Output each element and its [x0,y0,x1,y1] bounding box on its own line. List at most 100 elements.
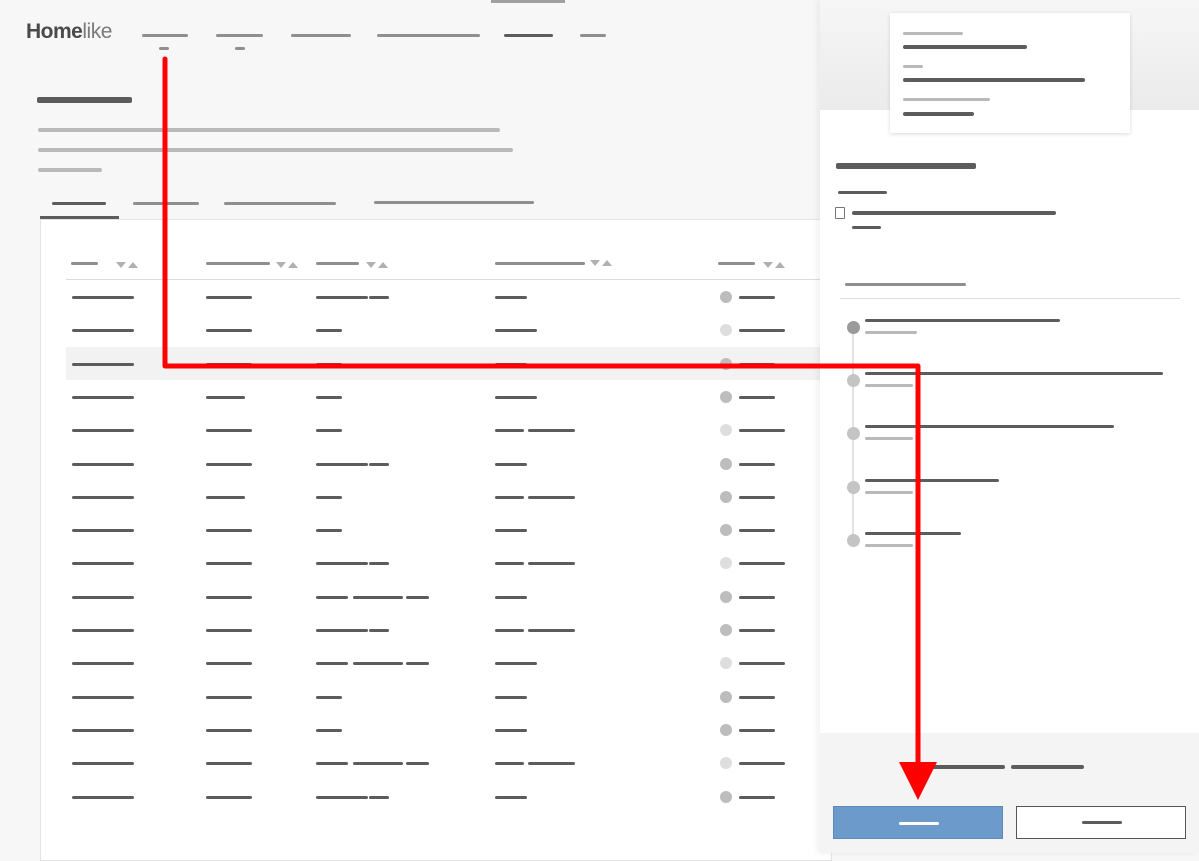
table-cell-4 [528,762,575,766]
table-row-highlighted[interactable] [66,347,830,380]
nav-item-5-active[interactable] [504,34,553,37]
table-cell-1 [72,362,134,366]
table-cell-4 [495,595,527,599]
status-dot-icon [720,524,732,537]
tab-1-active[interactable] [52,202,106,205]
homelike-logo[interactable]: Homelike [26,20,112,44]
nav-item-3[interactable] [291,34,351,37]
table-cell-2 [206,662,252,666]
table-cell-3 [316,595,348,599]
tab-3[interactable] [224,202,336,205]
table-cell-3 [369,296,389,299]
timeline-entry-text [865,532,961,535]
table-cell-4 [495,562,524,566]
table-cell-4 [495,495,524,499]
table-cell-3 [316,329,342,333]
sort-arrows-icon[interactable] [763,262,787,270]
nav-item-2[interactable] [216,34,263,37]
table-cell-3 [316,762,348,766]
timeline-entry-text [865,425,1114,428]
timeline-marker-icon [847,534,860,547]
confirm-button[interactable] [833,806,1003,839]
table-cell-3 [316,728,342,732]
table-cell-3 [369,562,389,566]
table-cell-3 [353,595,403,599]
table-cell-2 [206,762,252,766]
history-section-title [845,283,966,286]
nav-item-6[interactable] [580,34,606,37]
table-cell-2 [206,429,252,433]
column-header-2[interactable] [206,262,270,265]
timeline-entry-text [865,319,1060,322]
table-cell-2 [206,695,252,699]
sort-arrows-icon[interactable] [116,262,140,270]
page-title [37,97,132,103]
sort-arrows-icon[interactable] [590,260,614,268]
nav-item-4[interactable] [377,34,480,37]
timeline-marker-icon [847,481,860,494]
table-cell-2 [206,329,252,333]
timeline-entry-text [865,479,999,482]
table-cell-2 [206,462,252,466]
table-cell-4 [495,629,524,632]
document-link[interactable] [852,211,1056,215]
column-header-1[interactable] [71,262,98,265]
table-cell-3 [353,662,403,666]
table-cell-5 [739,529,775,533]
table-cell-2 [206,495,245,499]
table-cell-3 [353,762,403,766]
table-cell-3 [406,595,429,599]
cancel-button-label [1082,821,1122,824]
table-cell-4 [495,695,527,699]
popover-line-6 [903,112,974,116]
logo-text-home: Home [26,20,83,43]
table-cell-4 [495,728,527,732]
sort-arrows-icon[interactable] [366,262,390,270]
table-cell-1 [72,529,134,533]
nav-item-1-sub [159,47,169,50]
tab-2[interactable] [133,202,199,205]
table-cell-4 [528,629,575,632]
tab-4[interactable] [374,201,534,204]
table-cell-3 [316,795,368,799]
table-cell-1 [72,595,134,599]
status-dot-icon [720,723,732,736]
column-header-3[interactable] [316,262,359,265]
table-cell-3 [316,395,342,399]
timeline-entry-date [865,384,913,387]
status-dot-icon [720,291,732,303]
panel-subtitle [838,191,887,194]
table-cell-3 [316,429,342,433]
table-cell-1 [72,429,134,433]
table-cell-3 [316,296,368,299]
table-cell-2 [206,562,252,566]
popover-line-4 [903,78,1085,82]
table-cell-4 [495,362,527,366]
table-cell-5 [739,296,775,299]
sort-arrows-icon[interactable] [276,262,300,270]
popover-line-3 [903,65,923,68]
table-cell-1 [72,296,134,299]
table-cell-5 [739,395,775,399]
timeline-marker-icon [847,427,860,440]
status-dot-icon [720,357,732,370]
column-header-4[interactable] [495,262,585,265]
timeline-marker-icon [847,321,860,334]
table-cell-5 [739,595,775,599]
table-cell-1 [72,462,134,466]
table-header-divider [66,279,830,280]
timeline-entry-date [865,491,913,494]
status-dot-icon [720,624,732,636]
table-cell-2 [206,296,252,299]
nav-item-1[interactable] [142,34,188,37]
table-cell-2 [206,529,252,533]
confirm-button-label [899,822,939,825]
table-cell-4 [495,795,527,799]
document-icon[interactable] [835,207,845,219]
timeline-entry-text [865,372,1163,375]
timeline-entry-date [865,437,913,440]
table-cell-5 [739,495,775,499]
page-description-line-1 [38,128,500,132]
column-header-5[interactable] [718,262,755,265]
cancel-button[interactable] [1016,806,1186,839]
